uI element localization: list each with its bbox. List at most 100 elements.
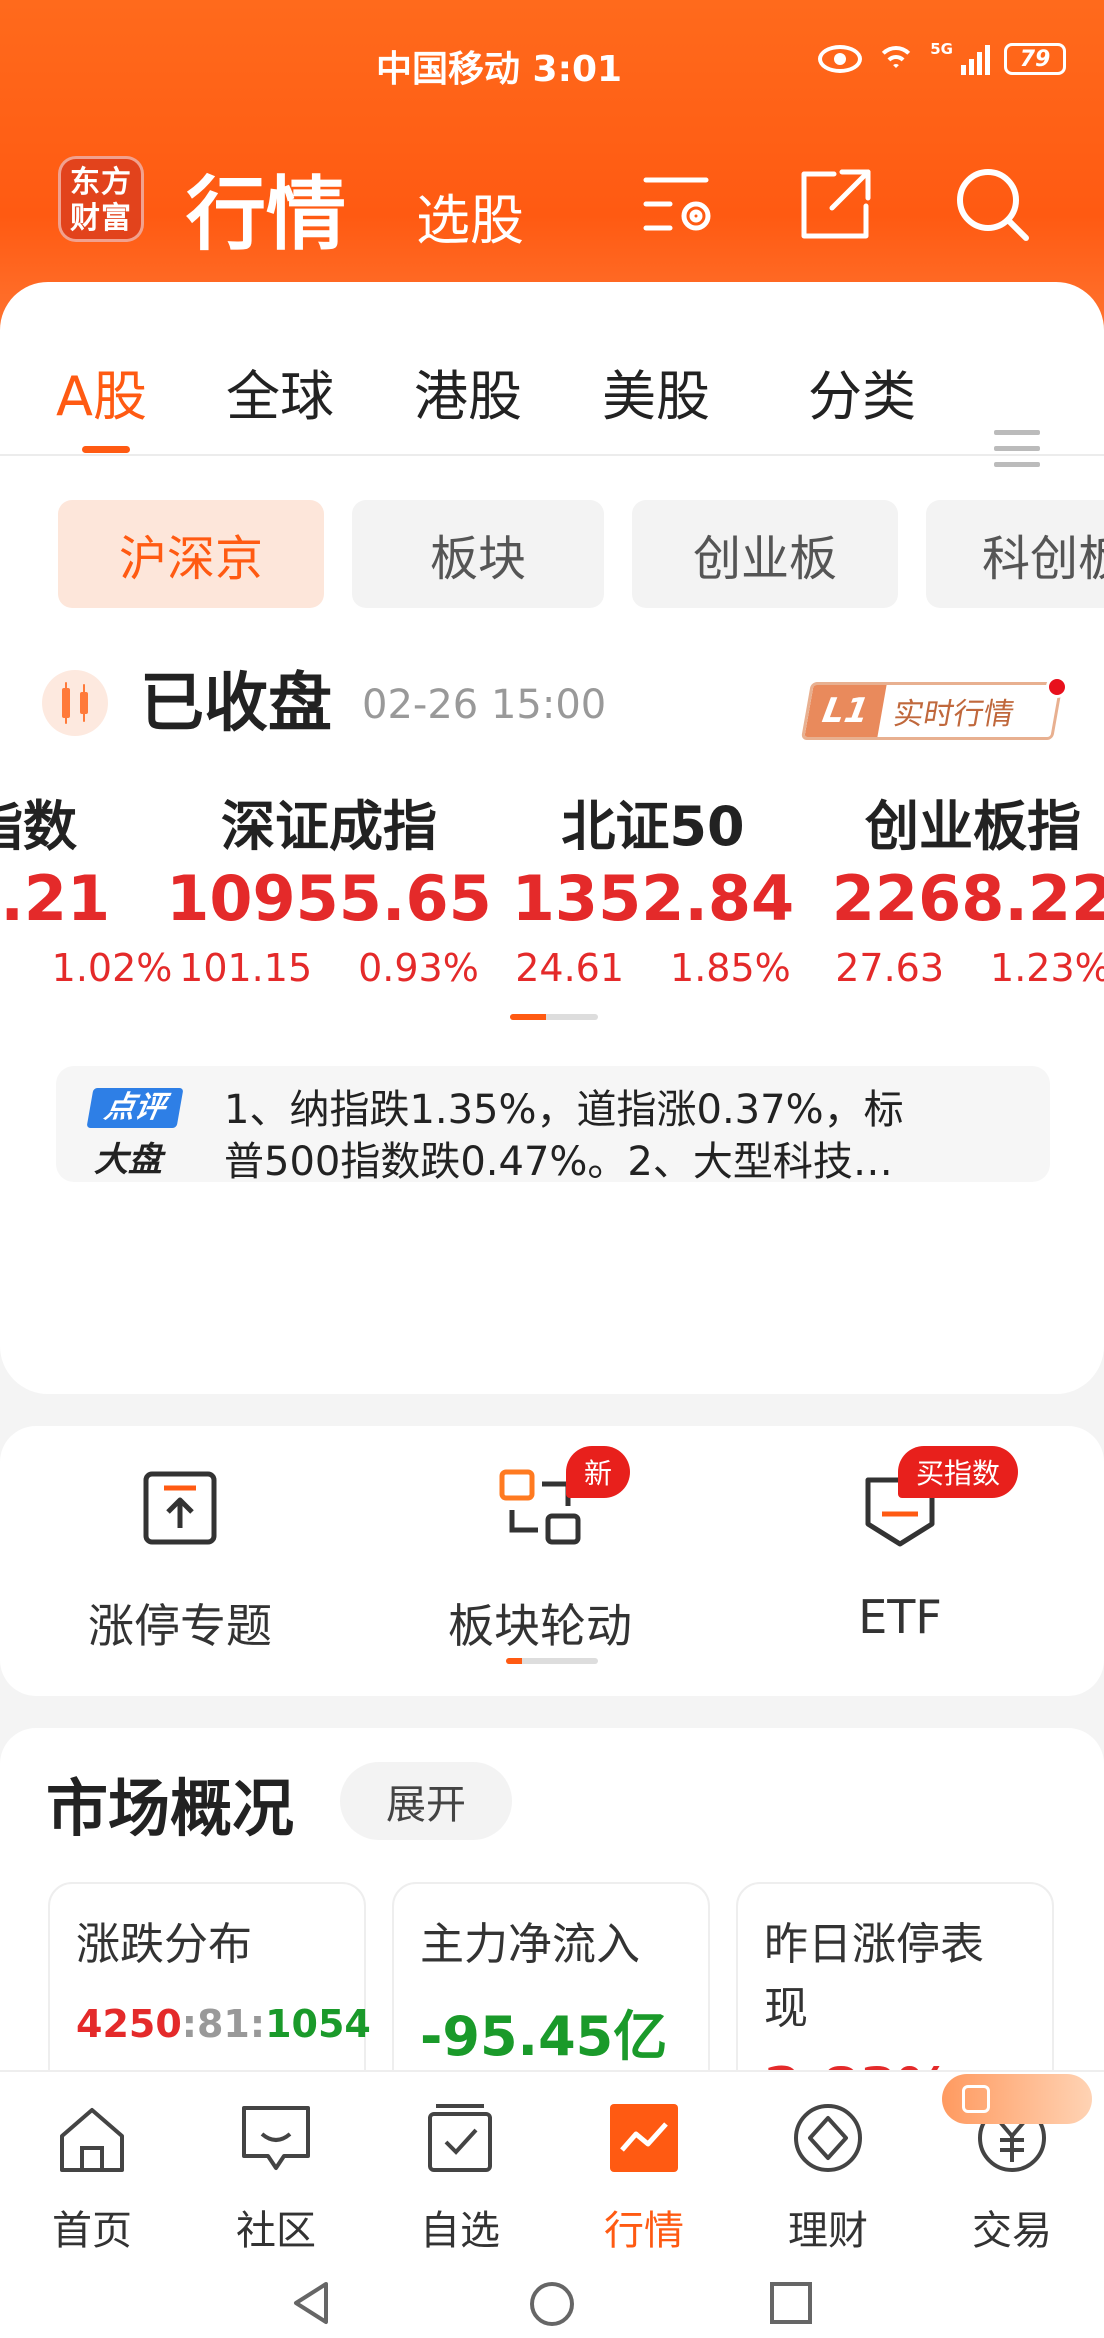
- index-change: 24.61: [515, 946, 625, 982]
- advance-decline-box[interactable]: 涨跌分布 4250:81:1054: [48, 1882, 371, 2102]
- qa-label: 涨停专题: [88, 1599, 272, 1653]
- back-icon[interactable]: [290, 2280, 334, 2326]
- nav-home[interactable]: 首页: [22, 2100, 162, 2256]
- net-inflow-value: -95.45亿: [420, 2005, 668, 2068]
- nav-label: 社区: [236, 2208, 316, 2254]
- index-change: 27.63: [835, 946, 945, 982]
- up-count: 4250: [76, 2002, 182, 2046]
- search-icon[interactable]: [952, 164, 1032, 244]
- promo-icon: [962, 2085, 990, 2113]
- box-label: 主力净流入: [420, 1919, 640, 1970]
- status-bar: 中国移动 3:01 5G 79: [0, 40, 1104, 90]
- l1-tag: L1: [804, 685, 887, 737]
- nav-community[interactable]: 社区: [206, 2100, 346, 2256]
- limit-up-icon: [143, 1471, 217, 1545]
- box-label: 涨跌分布: [76, 1919, 252, 1970]
- commentary-badge: 点评 大盘: [86, 1088, 184, 1180]
- settings-list-icon[interactable]: [640, 164, 720, 244]
- main-net-inflow-box[interactable]: 主力净流入 -95.45亿: [392, 1882, 710, 2102]
- wifi-icon: [876, 42, 917, 76]
- index-name: 北证50: [561, 795, 745, 858]
- tab-global[interactable]: 全球: [226, 352, 334, 431]
- bottom-nav: 首页 社区 自选 行情 理财 交易: [0, 2070, 1104, 2266]
- nav-label: 交易: [972, 2208, 1052, 2254]
- index-name: 创业板指: [865, 795, 1081, 858]
- index-card[interactable]: 上证指数 3380.21 1.02%: [0, 782, 172, 982]
- badge-top: 点评: [86, 1088, 184, 1128]
- box-label: 昨日涨停表现: [764, 1919, 984, 2034]
- index-value: 2268.22: [831, 862, 1104, 935]
- index-name: 深证成指: [221, 795, 437, 858]
- watchlist-icon: [428, 2104, 492, 2172]
- app-bar: 东方 财富 行情 选股: [0, 150, 1104, 261]
- candlestick-icon: [42, 670, 108, 736]
- index-value: 1352.84: [511, 862, 795, 935]
- market-tabs: A股 全球 港股 美股 分类: [0, 352, 1104, 467]
- index-pager: [510, 1014, 598, 1020]
- status-icons: 5G 79: [818, 40, 1066, 76]
- menu-icon[interactable]: [994, 430, 1040, 470]
- commentary-text: 1、纳指跌1.35%，道指涨0.37%，标 普500指数跌0.47%。2、大型科…: [224, 1084, 1024, 1188]
- market-timestamp: 02-26 15:00: [362, 682, 607, 728]
- index-value: 3380.21: [0, 862, 111, 935]
- tab-category[interactable]: 分类: [808, 352, 916, 431]
- battery-icon: 79: [1004, 43, 1066, 75]
- market-closed-label: 已收盘: [140, 667, 332, 741]
- system-nav-bar: [0, 2266, 1104, 2338]
- qa-label: 板块轮动: [448, 1599, 632, 1653]
- limit-up-topic-button[interactable]: 涨停专题: [60, 1466, 300, 1656]
- market-overview-title: 市场概况: [46, 1772, 295, 1845]
- badge-bottom: 大盘: [94, 1140, 162, 1180]
- quick-actions-pager: [506, 1658, 598, 1664]
- nav-label: 理财: [788, 2208, 868, 2254]
- logo-text-bottom: 财富: [70, 201, 132, 236]
- market-commentary[interactable]: 点评 大盘 1、纳指跌1.35%，道指涨0.37%，标 普500指数跌0.47%…: [56, 1066, 1050, 1185]
- floating-promo-tab[interactable]: [942, 2074, 1092, 2124]
- market-chart-icon: [610, 2104, 678, 2172]
- yesterday-limit-up-box[interactable]: 昨日涨停表现 2.83%: [736, 1882, 1054, 2119]
- index-name: 上证指数: [0, 795, 77, 858]
- chip-hs-bj[interactable]: 沪深京: [58, 500, 324, 608]
- nav-label: 首页: [52, 2208, 132, 2254]
- wealth-icon: [794, 2104, 862, 2172]
- buy-index-badge: 买指数: [898, 1446, 1019, 1498]
- home-icon: [60, 2108, 124, 2172]
- index-pct: 1.85%: [670, 946, 791, 982]
- chip-sector[interactable]: 板块: [352, 500, 604, 608]
- commentary-line: 普500指数跌0.47%。2、大型科技…: [224, 1139, 893, 1185]
- index-card[interactable]: 创业板指 2268.22 27.63 1.23%: [808, 782, 1104, 982]
- chip-star[interactable]: 科创板: [926, 500, 1104, 608]
- stock-picker-tab[interactable]: 选股: [416, 176, 524, 255]
- flat-count: 81: [196, 2002, 250, 2046]
- home-circle-icon[interactable]: [528, 2280, 576, 2328]
- nav-watchlist[interactable]: 自选: [390, 2100, 530, 2256]
- recent-apps-icon[interactable]: [768, 2280, 814, 2326]
- index-carousel: 上证指数 3380.21 1.02% 深证成指 10955.65 101.15 0…: [0, 782, 1104, 982]
- tab-a-shares[interactable]: A股: [56, 352, 147, 431]
- expand-button[interactable]: 展开: [340, 1762, 512, 1840]
- nav-wealth[interactable]: 理财: [758, 2100, 898, 2256]
- tab-us[interactable]: 美股: [602, 352, 710, 431]
- index-change: 101.15: [179, 946, 313, 982]
- eye-comfort-icon: [818, 45, 863, 73]
- index-card[interactable]: 深证成指 10955.65 101.15 0.93%: [164, 782, 494, 982]
- network-type: 5G: [930, 40, 953, 58]
- chip-chinext[interactable]: 创业板: [632, 500, 898, 608]
- nav-market[interactable]: 行情: [574, 2100, 714, 2256]
- market-overview-card: 市场概况 展开 涨跌分布 4250:81:1054 主力净流入 -95.45亿 …: [0, 1728, 1104, 2128]
- page-title[interactable]: 行情: [186, 150, 346, 266]
- tab-hk[interactable]: 港股: [414, 352, 522, 431]
- index-pct: 1.02%: [51, 946, 173, 982]
- index-pct: 0.93%: [358, 946, 479, 982]
- nav-label: 自选: [420, 2208, 500, 2254]
- sector-rotation-button[interactable]: 板块轮动: [420, 1466, 660, 1656]
- app-logo[interactable]: 东方 财富: [58, 156, 144, 242]
- l1-realtime-badge[interactable]: L1 实时行情: [800, 682, 1064, 740]
- index-card[interactable]: 北证50 1352.84 24.61 1.85%: [488, 782, 818, 982]
- index-value: 10955.65: [166, 862, 492, 935]
- logo-text-top: 东方: [70, 165, 132, 200]
- chat-icon: [242, 2106, 310, 2170]
- active-tab-indicator: [82, 446, 130, 453]
- l1-text: 实时行情: [890, 697, 1017, 732]
- share-icon[interactable]: [796, 164, 876, 244]
